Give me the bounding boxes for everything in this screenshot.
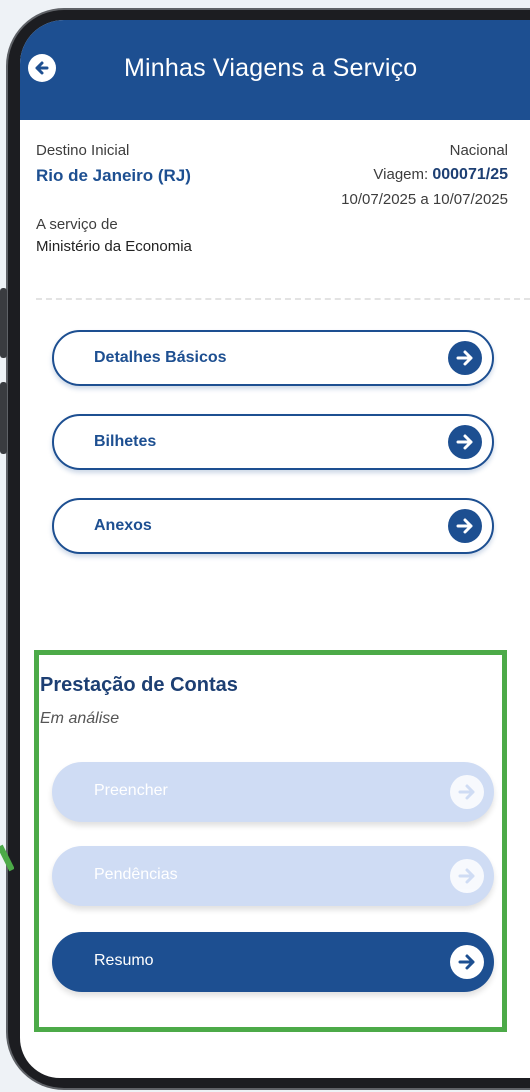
tickets-button[interactable]: Bilhetes — [52, 414, 494, 470]
trip-scope: Nacional — [449, 142, 508, 159]
attachments-button-label: Anexos — [94, 517, 152, 534]
arrow-right-icon — [448, 425, 482, 459]
service-of-label: A serviço de — [36, 216, 118, 233]
arrow-right-icon — [448, 509, 482, 543]
page-title: Minhas Viagens a Serviço — [124, 54, 418, 82]
initial-destination-label: Destino Inicial — [36, 142, 130, 159]
volume-up-button — [0, 288, 7, 358]
back-arrow-icon — [35, 61, 49, 75]
tickets-button-label: Bilhetes — [94, 433, 157, 450]
details-button-label: Detalhes Básicos — [94, 349, 227, 366]
dashed-divider — [36, 298, 530, 300]
accounts-highlight-box — [34, 650, 507, 1032]
app-header: Minhas Viagens a Serviço — [20, 20, 530, 120]
trip-number-line: Viagem: 000071/25 — [373, 166, 508, 184]
trip-date-range: 10/07/2025 a 10/07/2025 — [341, 191, 508, 208]
attachments-button[interactable]: Anexos — [52, 498, 494, 554]
arrow-right-icon — [448, 341, 482, 375]
trip-number: 000071/25 — [432, 166, 508, 183]
highlight-pointer — [0, 844, 14, 872]
trip-info: Destino Inicial Rio de Janeiro (RJ) Naci… — [20, 120, 530, 300]
service-of: Ministério da Economia — [36, 238, 192, 255]
volume-down-button — [0, 382, 7, 454]
trip-number-label: Viagem: — [373, 166, 429, 183]
back-button[interactable] — [28, 54, 56, 82]
details-button[interactable]: Detalhes Básicos — [52, 330, 494, 386]
initial-destination: Rio de Janeiro (RJ) — [36, 166, 191, 185]
